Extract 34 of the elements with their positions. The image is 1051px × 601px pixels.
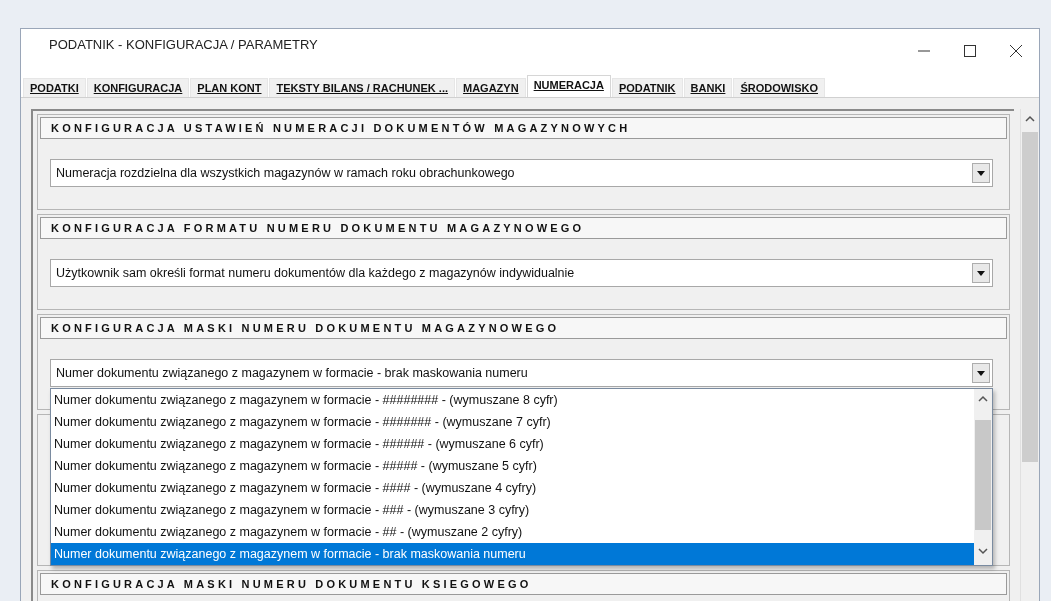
tab[interactable]: PODATKI <box>23 78 86 97</box>
tab[interactable]: MAGAZYN <box>456 78 526 97</box>
maximize-icon <box>964 45 976 57</box>
scrollbar-thumb[interactable] <box>975 420 991 530</box>
tab[interactable]: ŚRODOWISKO <box>733 78 825 97</box>
section-heading: KONFIGURACJA USTAWIEŃ NUMERACJI DOKUMENTÓW MAGAZYNOWYCH <box>40 117 1007 139</box>
scrollbar-thumb[interactable] <box>1022 132 1038 462</box>
dropdown-button[interactable] <box>972 363 990 383</box>
scroll-up-icon[interactable] <box>1025 115 1035 122</box>
tab[interactable]: PLAN KONT <box>190 78 269 97</box>
dropdown-button[interactable] <box>972 163 990 183</box>
tab[interactable]: KONFIGURACJA <box>86 78 190 97</box>
scrollbar[interactable] <box>1020 109 1039 601</box>
minimize-icon <box>918 50 930 52</box>
section-heading: KONFIGURACJA MASKI NUMERU DOKUMENTU KSIEGOWEGO <box>40 573 1007 595</box>
dropdown-field[interactable]: Użytkownik sam określi format numeru dokumentów dla każdego z magazynów indywidualnie <box>50 259 993 287</box>
dropdown-field[interactable]: Numer dokumentu związanego z magazynem w formacie - brak maskowania numeru <box>50 359 993 387</box>
tab[interactable]: BANKI <box>683 78 733 97</box>
dropdown-button[interactable] <box>972 263 990 283</box>
tab[interactable]: PODATNIK <box>611 78 683 97</box>
section-heading: KONFIGURACJA FORMATU NUMERU DOKUMENTU MAGAZYNOWEGO <box>40 217 1007 239</box>
window-title: PODATNIK - KONFIGURACJA / PARAMETRY <box>49 37 319 52</box>
close-icon <box>1010 45 1022 57</box>
caret-icon <box>977 370 985 376</box>
dropdown-option[interactable]: Numer dokumentu związanego z magazynem w formacie - brak maskowania numeru <box>51 543 974 565</box>
section-heading: KONFIGURACJA MASKI NUMERU DOKUMENTU MAGAZYNOWEGO <box>40 317 1007 339</box>
scroll-up-icon[interactable] <box>978 395 988 402</box>
dropdown-option[interactable]: Numer dokumentu związanego z magazynem w formacie - ######## - (wymuszane 8 cyfr) <box>51 389 974 411</box>
tab[interactable]: TEKSTY BILANS / RACHUNEK ... <box>269 78 455 97</box>
dropdown-field[interactable]: Numeracja rozdzielna dla wszystkich magazynów w ramach roku obrachunkowego <box>50 159 993 187</box>
tab[interactable]: NUMERACJA <box>526 75 611 97</box>
scroll-down-icon[interactable] <box>978 548 988 555</box>
caret-icon <box>977 270 985 276</box>
caret-icon <box>977 170 985 176</box>
